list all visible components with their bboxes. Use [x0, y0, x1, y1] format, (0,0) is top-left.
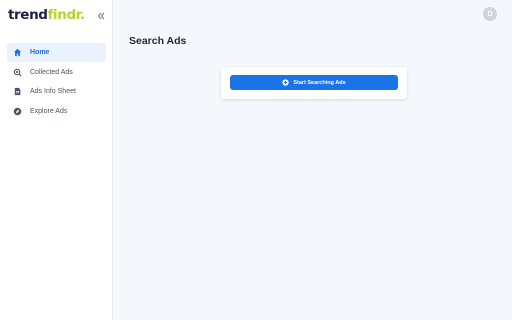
sidebar: trendfindr. Home Collected Ads Ads Info …	[0, 0, 113, 320]
logo-text-dark: trend	[8, 7, 48, 23]
sidebar-item-label: Collected Ads	[30, 68, 73, 76]
home-icon	[13, 48, 22, 57]
logo-text-lime: findr.	[47, 7, 86, 23]
start-searching-ads-button[interactable]: Start Searching Ads	[230, 75, 398, 90]
user-avatar[interactable]: D	[483, 7, 497, 21]
sidebar-item-home[interactable]: Home	[7, 43, 106, 62]
double-chevron-left-icon[interactable]	[95, 9, 107, 21]
sidebar-item-ads-info-sheet[interactable]: Ads Info Sheet	[7, 82, 106, 101]
sidebar-item-label: Home	[30, 49, 50, 56]
plus-circle-icon	[282, 79, 289, 86]
sidebar-item-label: Explore Ads	[30, 107, 68, 115]
page-title: Search Ads	[129, 35, 187, 47]
sidebar-item-explore-ads[interactable]: Explore Ads	[7, 102, 106, 121]
search-card: Start Searching Ads	[221, 67, 407, 99]
document-icon	[13, 87, 22, 96]
search-collection-icon	[13, 68, 22, 77]
sidebar-nav: Home Collected Ads Ads Info Sheet Explor…	[7, 43, 106, 121]
sidebar-item-label: Ads Info Sheet	[30, 88, 76, 95]
start-button-label: Start Searching Ads	[293, 79, 346, 86]
sidebar-item-collected-ads[interactable]: Collected Ads	[7, 63, 106, 82]
compass-icon	[13, 107, 22, 116]
brand-logo[interactable]: trendfindr.	[8, 7, 85, 23]
